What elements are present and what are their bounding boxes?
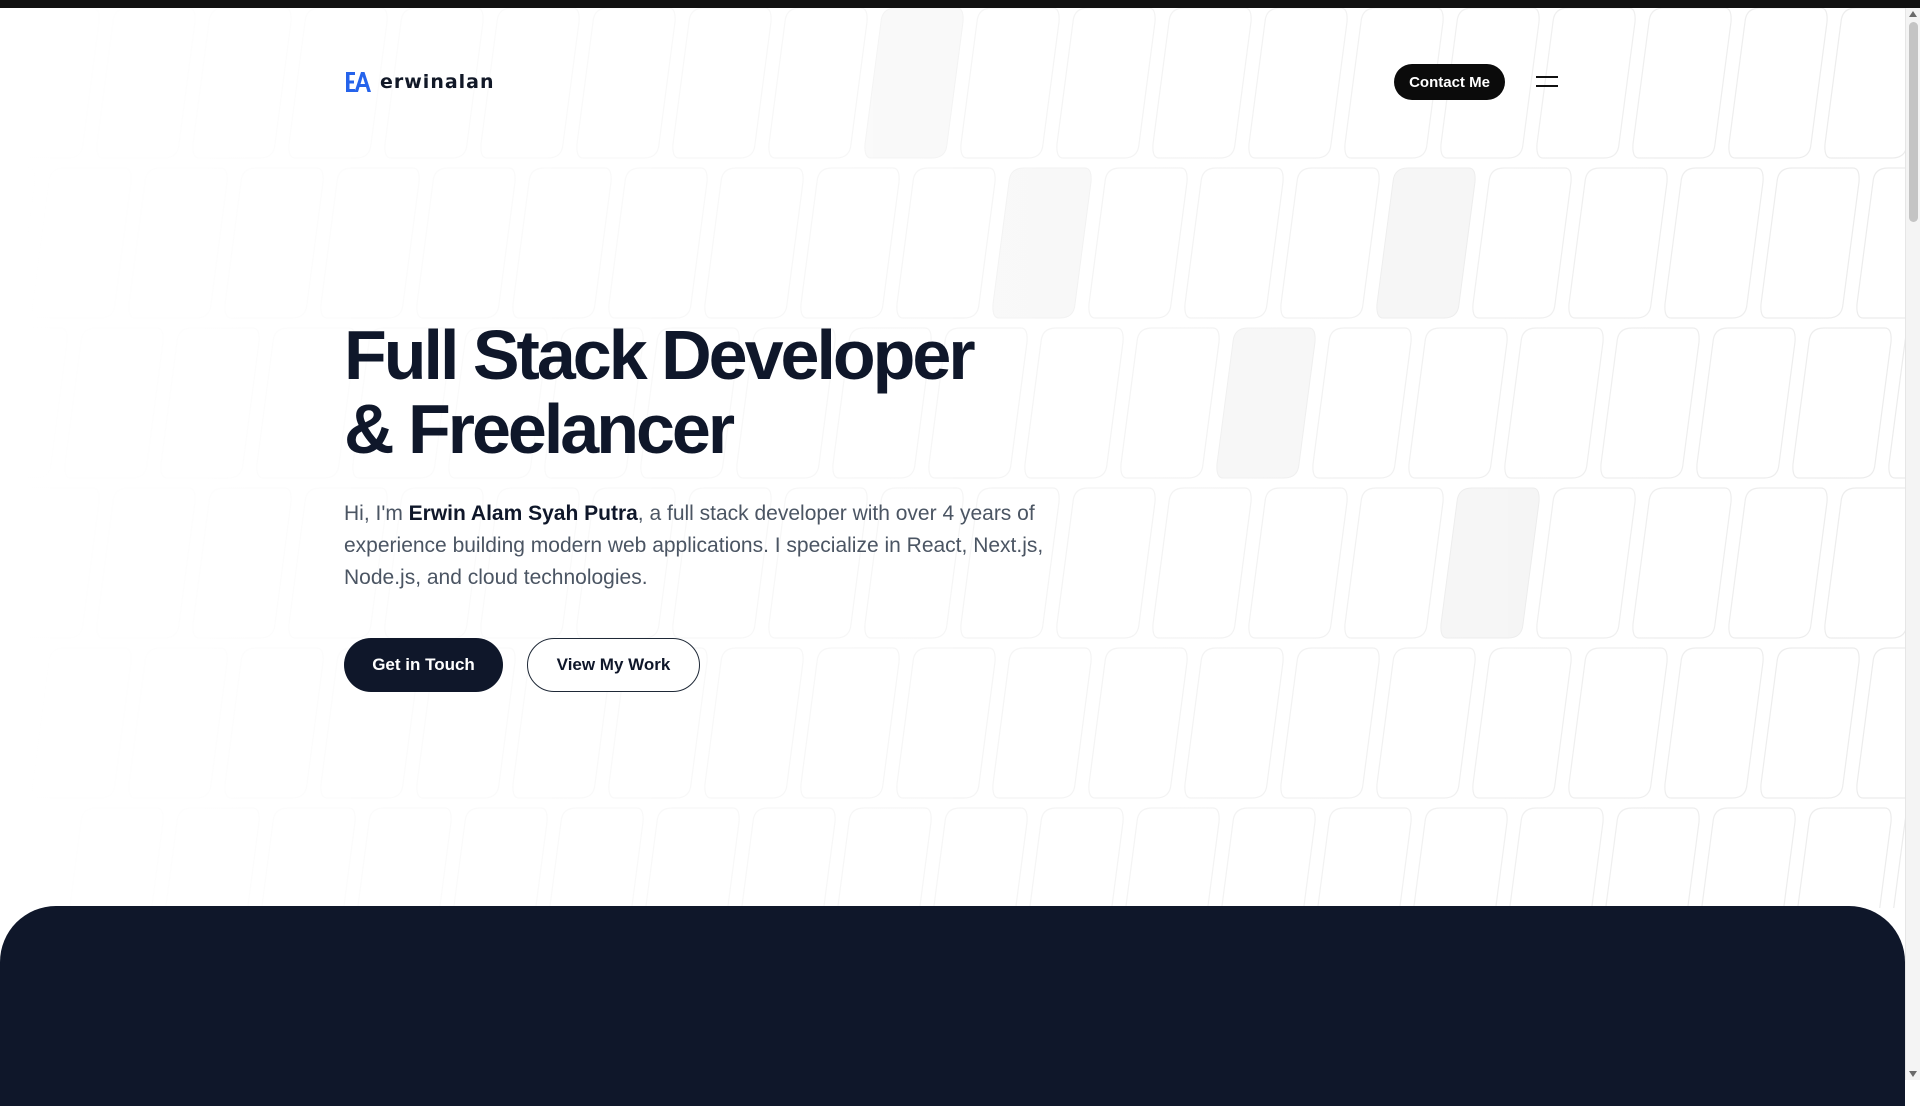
view-my-work-button[interactable]: View My Work [527,638,700,692]
scrollbar-thumb[interactable] [1909,22,1918,222]
hero-title-line-1: Full Stack Developer [344,316,976,394]
scroll-up-icon[interactable] [1909,11,1917,17]
get-in-touch-button[interactable]: Get in Touch [344,638,503,692]
hero-description: Hi, I'm Erwin Alam Syah Putra, a full st… [344,498,1124,594]
contact-me-button[interactable]: Contact Me [1394,64,1505,100]
hero-title-line-2: & Freelancer [344,390,735,468]
hero-title: Full Stack Developer & Freelancer [344,318,1144,466]
brand-home-link[interactable]: erwinalan [344,66,495,98]
hero-section: Full Stack Developer & Freelancer Hi, I'… [344,318,1144,692]
brand-name: erwinalan [380,71,495,93]
intro-name: Erwin Alam Syah Putra [408,502,638,525]
ea-monogram-icon [346,72,371,92]
dark-content-section [0,906,1905,1106]
intro-prefix: Hi, I'm [344,502,409,525]
browser-top-strip [0,0,1920,8]
page-scrollbar[interactable] [1905,8,1920,1080]
site-header: erwinalan Contact Me [344,60,1560,104]
hamburger-menu-icon[interactable] [1536,70,1558,94]
hero-actions: Get in Touch View My Work [344,638,1144,692]
scroll-down-icon[interactable] [1909,1071,1917,1077]
